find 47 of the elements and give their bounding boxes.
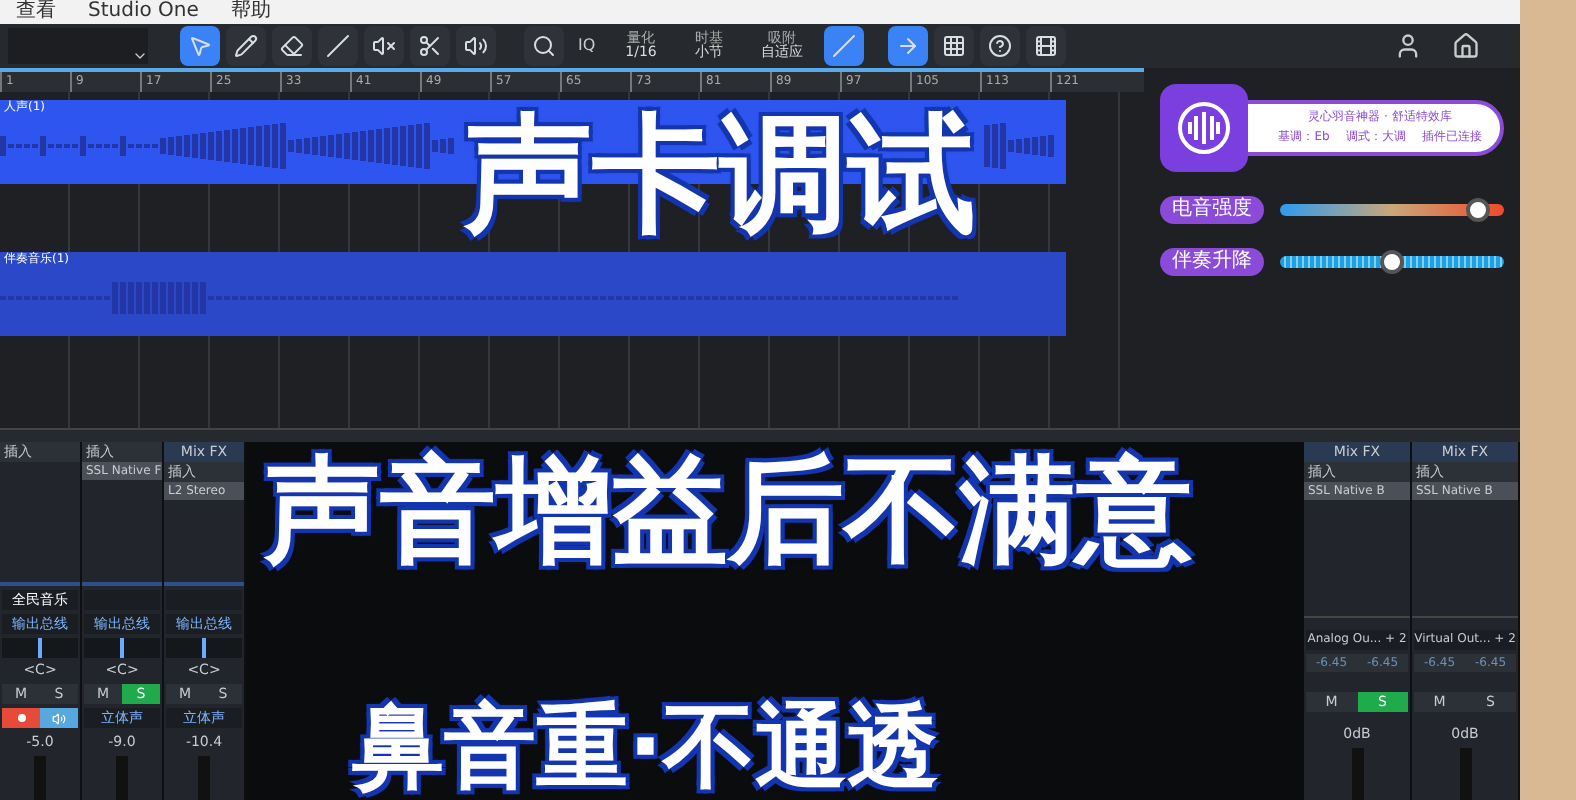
slider-label: 伴奏升降 bbox=[1160, 248, 1264, 276]
caption: 鼻音重·不通透 bbox=[352, 700, 939, 792]
menu-item[interactable]: 帮助 bbox=[230, 0, 271, 24]
grid-icon bbox=[942, 34, 967, 58]
film-icon bbox=[1034, 34, 1059, 58]
scissors-button[interactable] bbox=[410, 26, 450, 66]
name-field[interactable] bbox=[84, 590, 160, 610]
slider-thumb[interactable] bbox=[1380, 250, 1404, 274]
name-field[interactable] bbox=[166, 590, 242, 610]
eraser-button[interactable] bbox=[272, 26, 312, 66]
slider-track[interactable] bbox=[1280, 256, 1504, 268]
pan-knob[interactable] bbox=[84, 638, 160, 658]
speaker-button[interactable] bbox=[456, 26, 496, 66]
menu-item[interactable]: Studio One bbox=[88, 0, 199, 24]
line-tool-button[interactable] bbox=[318, 26, 358, 66]
scissors-icon bbox=[418, 34, 442, 58]
grid-button[interactable] bbox=[934, 26, 975, 66]
speaker-icon bbox=[52, 711, 66, 725]
menu-item[interactable]: 查看 bbox=[16, 0, 56, 24]
pan-knob[interactable] bbox=[2, 638, 78, 658]
mute-tool-icon bbox=[372, 34, 396, 58]
iq-label[interactable]: IQ bbox=[570, 34, 604, 58]
line-tool-icon bbox=[326, 34, 350, 58]
pan-knob[interactable] bbox=[166, 638, 242, 658]
pencil-button[interactable] bbox=[226, 26, 266, 66]
help-button[interactable] bbox=[980, 26, 1021, 66]
arrow-button[interactable] bbox=[888, 26, 929, 66]
slider-label: 电音强度 bbox=[1160, 196, 1264, 224]
eraser-icon bbox=[280, 34, 304, 58]
record-button[interactable] bbox=[2, 708, 40, 728]
help-icon bbox=[988, 34, 1013, 58]
speaker-icon bbox=[464, 34, 488, 58]
slider-track[interactable] bbox=[1280, 204, 1504, 216]
slider-thumb[interactable] bbox=[1465, 198, 1490, 222]
mute-tool-button[interactable] bbox=[364, 26, 404, 66]
arrow-tool-icon bbox=[188, 34, 212, 58]
film-button[interactable] bbox=[1026, 26, 1067, 66]
pencil-icon bbox=[234, 34, 258, 58]
caption: 声音增益后不满意 bbox=[264, 452, 1192, 568]
record-icon bbox=[17, 714, 25, 722]
arrow-tool-button[interactable] bbox=[180, 26, 220, 66]
search-button[interactable] bbox=[524, 26, 564, 66]
arrow-icon bbox=[896, 34, 921, 58]
user-icon[interactable] bbox=[1394, 32, 1422, 60]
search-icon bbox=[532, 34, 556, 58]
home-icon[interactable] bbox=[1452, 32, 1480, 60]
caret-icon bbox=[132, 48, 148, 64]
